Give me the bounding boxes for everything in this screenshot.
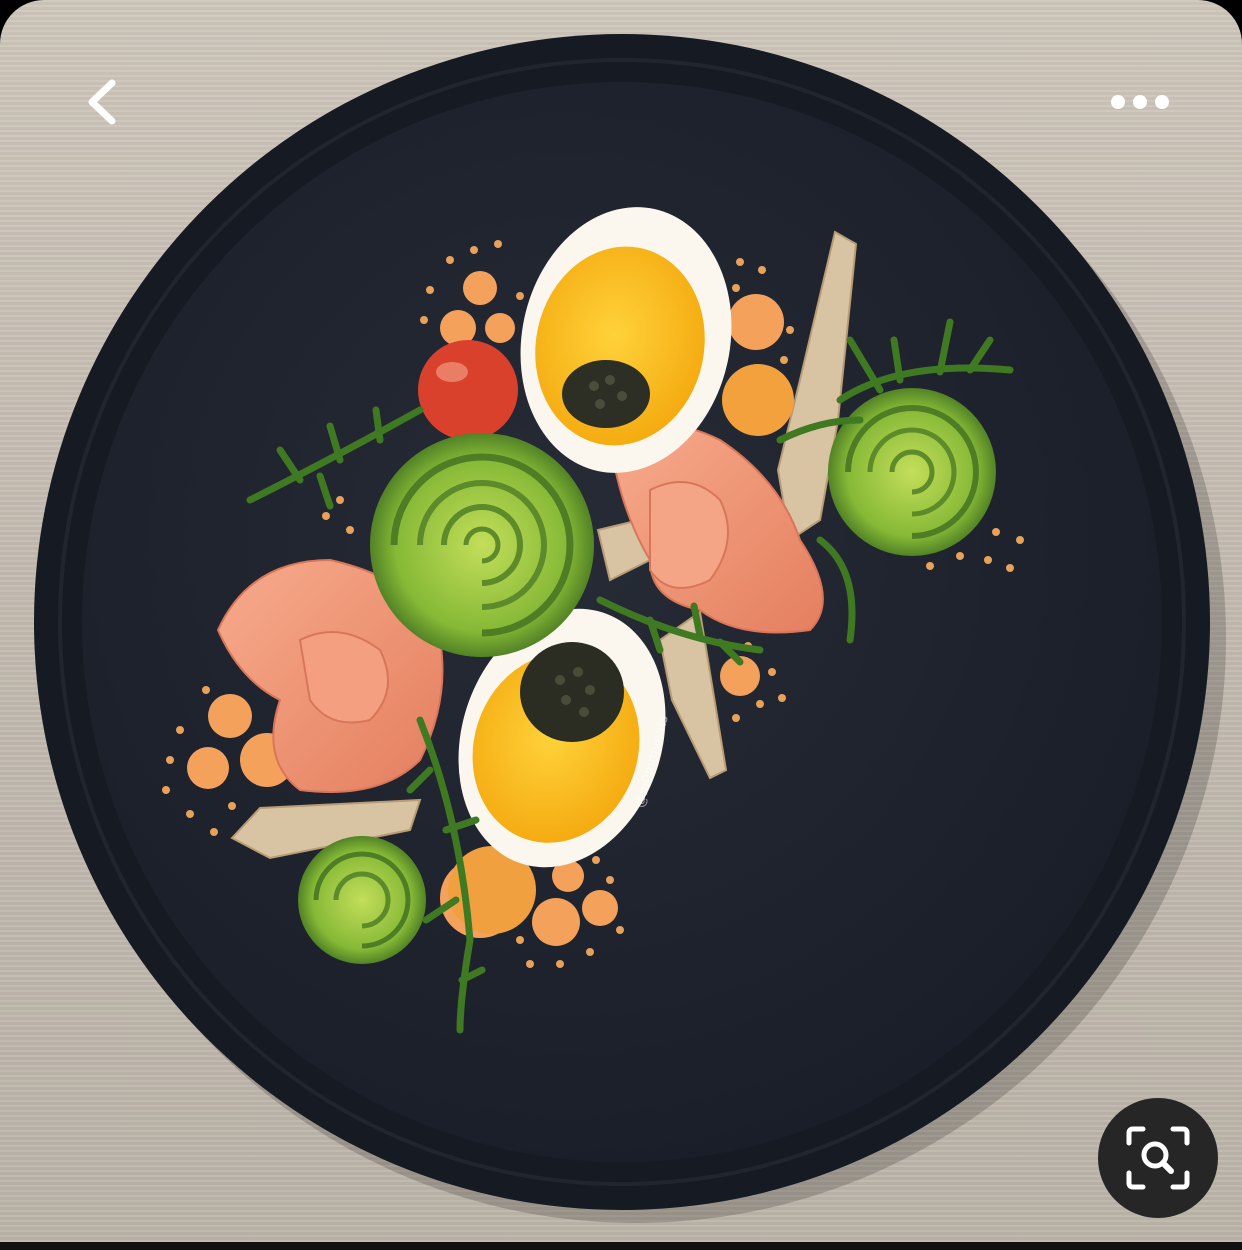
melon-ball-upper <box>722 364 794 436</box>
bottom-edge-bar <box>0 1242 1242 1250</box>
avocado-rose-small <box>298 836 426 964</box>
chevron-left-icon <box>88 79 116 125</box>
back-button[interactable] <box>62 62 142 142</box>
caviar-upper <box>562 360 650 428</box>
main-photo <box>34 34 1226 1223</box>
avocado-rose-right <box>828 388 996 556</box>
visual-search-button[interactable] <box>1098 1098 1218 1218</box>
more-horizontal-icon <box>1111 95 1169 109</box>
screen: @m0mmyeats <box>0 0 1242 1242</box>
cherry-tomato <box>418 340 518 440</box>
caviar-lower <box>520 642 624 742</box>
visual-search-icon <box>1126 1126 1190 1190</box>
avocado-rose-large <box>370 433 594 657</box>
more-options-button[interactable] <box>1100 76 1180 128</box>
